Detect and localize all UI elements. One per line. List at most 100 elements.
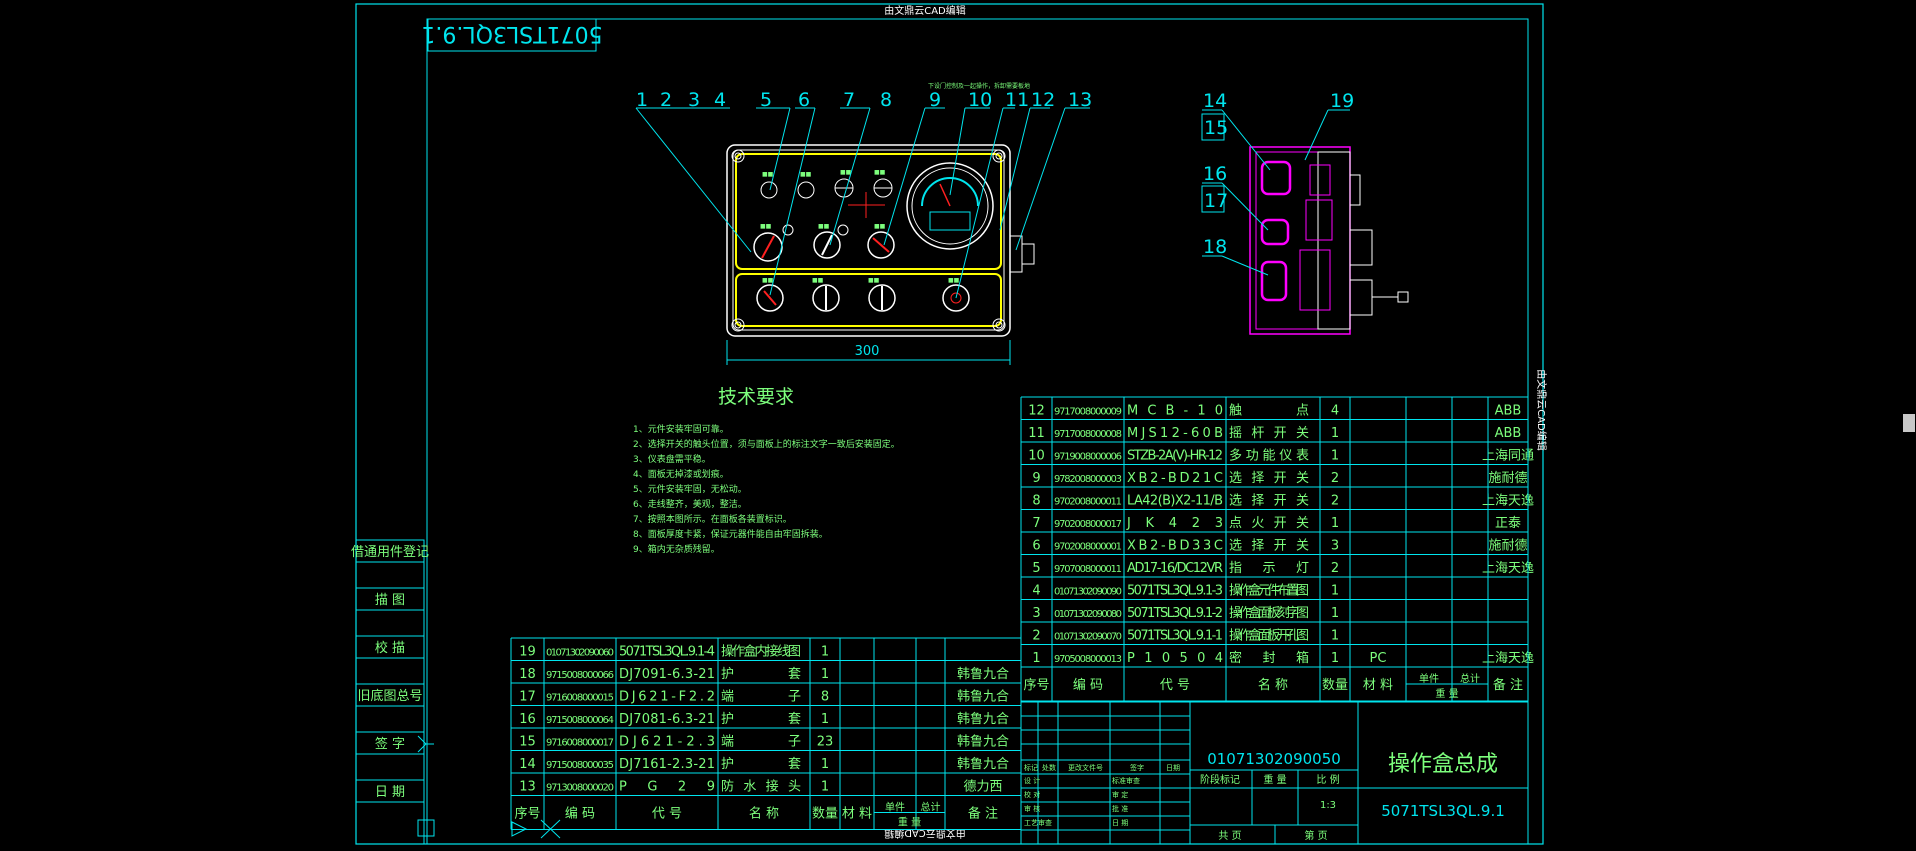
role-process: 工艺审查 xyxy=(1024,818,1052,827)
tech-note-8: 8、面板厚度卡紧，保证元器件能自由牢固拆装。 xyxy=(633,528,828,540)
lower-row-cell: 9716008000017 xyxy=(546,738,614,749)
upper-row-cell: 5071TSL3QL.9.1-2 xyxy=(1127,606,1223,621)
title-block: 标记 处数 更改文件号 签字 日期 设 计 校 对 审 核 工艺审查 标准审查 … xyxy=(1020,701,1529,845)
role-authorize: 批 准 xyxy=(1112,804,1128,813)
upper-row-cell: 10 xyxy=(1028,449,1045,464)
lower-row-header-cell: 代 号 xyxy=(652,807,682,822)
tech-note-2: 2、选择开关的触头位置，须与面板上的标注文字一致后安装固定。 xyxy=(633,438,900,450)
lower-row-cell: 韩鲁九合 xyxy=(957,667,1009,682)
upper-row-cell: ABB xyxy=(1495,426,1522,441)
lower-row-cell: 18 xyxy=(519,667,536,682)
upper-row-cell: 7 xyxy=(1032,516,1040,531)
doc-code: 01071302090050 xyxy=(1207,750,1341,768)
strip-label-6: 日 期 xyxy=(375,785,405,800)
lower-row-cell: 端子 xyxy=(721,735,801,750)
upper-row-cell: 2 xyxy=(1032,629,1040,644)
svg-text:■■: ■■ xyxy=(840,169,852,176)
upper-row-cell: 选择开关 xyxy=(1229,494,1309,509)
tiny-note: 下设门控制及一起操作，拆卸需要板地 xyxy=(928,82,1030,90)
upper-row-cell: XB2-BD21C xyxy=(1127,471,1223,486)
scale-label: 比 例 xyxy=(1316,773,1339,786)
upper-row-cell: 施耐德 xyxy=(1488,471,1527,486)
lower-row-cell: 1 xyxy=(821,667,829,682)
role-date: 日 期 xyxy=(1112,819,1128,827)
drawing-number: 5071TSL3QL.9.1 xyxy=(1381,802,1505,820)
lower-row-cell: 防水接头 xyxy=(721,779,801,795)
upper-row-cell: 指示灯 xyxy=(1229,561,1309,576)
lower-row-cell: 9715008000064 xyxy=(546,715,614,726)
lower-row-cell: 德力西 xyxy=(963,780,1002,795)
upper-row-cell: 操作盒面板开孔图 xyxy=(1229,628,1309,644)
svg-text:■■: ■■ xyxy=(800,171,812,178)
lower-row-cell: DJ7091-6.3-21 xyxy=(619,667,715,682)
part-name: 操作盒总成 xyxy=(1388,752,1498,777)
svg-text:■■: ■■ xyxy=(812,277,824,284)
weight-label: 重 量 xyxy=(1263,773,1286,786)
upper-row-cell: 2 xyxy=(1331,471,1339,486)
lower-row-cell: PG29 xyxy=(619,780,715,795)
lower-row-cell: 韩鲁九合 xyxy=(957,757,1009,772)
lower-row-cell: 操作盒内接线图 xyxy=(721,644,801,660)
strip-label-4: 旧底图总号 xyxy=(357,688,422,704)
tech-note-9: 9、箱内无杂质残留。 xyxy=(633,543,720,555)
upper-row-cell: AD17-16/DC12VR xyxy=(1127,561,1223,576)
lower-row-cell: 1 xyxy=(821,712,829,727)
upper-row-cell: 施耐德 xyxy=(1488,539,1527,554)
svg-text:■■: ■■ xyxy=(874,223,886,230)
upper-row-cell: 密封箱 xyxy=(1229,650,1309,666)
lower-row-header-cell: 数量 xyxy=(812,807,838,822)
lower-row-cell: 16 xyxy=(519,712,536,727)
upper-row-header-cell: 代 号 xyxy=(1160,678,1190,693)
upper-row-cell: 01071302090090 xyxy=(1054,587,1122,598)
parts-list-lower: 19 01071302090060 5071TSL3QL.9.1-4 操作盒内接线图 1… xyxy=(510,637,1022,830)
tech-note-6: 6、走线整齐，美观，整洁。 xyxy=(633,498,747,510)
balloon-10: 10 xyxy=(968,89,992,111)
role-approve: 审 定 xyxy=(1112,790,1128,799)
upper-row-cell: 上海天逸 xyxy=(1482,494,1534,509)
upper-row-header-cell: 名 称 xyxy=(1258,677,1288,693)
cad-drawing-canvas[interactable]: 由文鼎云CAD编辑 由文鼎云CAD编辑 由文鼎云CAD编辑 5071TSL3QL… xyxy=(0,0,1916,847)
lower-row-cell: 9716008000015 xyxy=(546,693,614,704)
upper-row-cell: 01071302090070 xyxy=(1054,632,1122,643)
role-standard: 标准审查 xyxy=(1112,776,1140,785)
upper-row-cell: P10504 xyxy=(1127,651,1223,666)
balloon-7: 7 xyxy=(843,89,855,111)
upper-row-cell: 4 xyxy=(1331,404,1339,419)
lower-row-header-cell: 编 码 xyxy=(565,807,595,822)
upper-row-cell: 操作盒面板刻字图 xyxy=(1229,605,1309,621)
upper-row-cell: 摇杆开关 xyxy=(1229,426,1309,441)
scrollbar-thumb[interactable] xyxy=(1903,414,1915,432)
upper-row-cell: 2 xyxy=(1331,561,1339,576)
lower-row-header-cell: 总计 xyxy=(921,801,941,814)
lower-row-cell: 9715008000066 xyxy=(546,670,614,681)
upper-row-cell: 2 xyxy=(1331,494,1339,509)
lower-row-cell: DJ7161-2.3-21 xyxy=(619,757,715,772)
upper-row-cell: XB2-BD33C xyxy=(1127,539,1223,554)
balloon-8: 8 xyxy=(880,89,892,111)
lower-row-cell: 9713008000020 xyxy=(546,783,614,794)
upper-row-cell: 正泰 xyxy=(1495,516,1521,531)
upper-row-cell: 8 xyxy=(1032,494,1040,509)
lower-row-cell: 1 xyxy=(821,780,829,795)
rev-header-3: 更改文件号 xyxy=(1068,763,1103,772)
lower-row-header-cell: 序号 xyxy=(514,807,540,822)
balloon-12: 12 xyxy=(1031,89,1055,111)
svg-text:■■: ■■ xyxy=(948,277,960,284)
vertical-scrollbar[interactable] xyxy=(1902,0,1916,847)
upper-row-cell: 上海天逸 xyxy=(1482,651,1534,666)
upper-row-cell: 9702008000011 xyxy=(1054,497,1122,508)
upper-row-cell: 上海同通 xyxy=(1482,449,1534,464)
lower-row-header-cell: 备 注 xyxy=(968,806,998,822)
tech-note-3: 3、仪表盘需平稳。 xyxy=(633,453,711,465)
tech-note-1: 1、元件安装牢固可靠。 xyxy=(633,423,729,435)
parts-list-upper: 12 9717008000009 MCB-10 触点 4 ABB11 97170080000… xyxy=(1020,396,1534,702)
upper-row-cell: 多功能仪表 xyxy=(1229,448,1309,464)
balloon-18: 18 xyxy=(1203,236,1227,258)
tech-note-4: 4、面板无掉漆或划痕。 xyxy=(633,468,729,480)
lower-row-header-cell: 单件 xyxy=(885,802,905,814)
operating-box-front-view: ■■ ■■ ■■ ■■ ■■ ■■ ■■ ■■ ■■ ■■ ■■ xyxy=(726,144,1035,337)
lower-row-cell: DJ621-2.3 xyxy=(619,735,715,750)
balloon-11: 11 xyxy=(1005,89,1029,111)
upper-row-cell: 操作盒元件布置图 xyxy=(1229,583,1309,599)
balloon-9: 9 xyxy=(929,89,941,111)
